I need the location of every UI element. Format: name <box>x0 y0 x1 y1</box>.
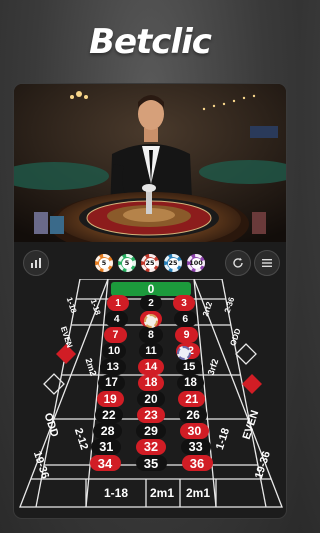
refresh-icon <box>233 257 243 268</box>
number-cell-18[interactable]: 18 <box>177 375 204 391</box>
number-cell-17[interactable]: 17 <box>98 375 125 391</box>
number-cell-35[interactable]: 35 <box>135 455 167 471</box>
chip-5-green[interactable]: 5 <box>118 254 136 272</box>
chip-5-orange[interactable]: 5 <box>95 254 113 272</box>
number-cell-4[interactable]: 4 <box>105 311 129 327</box>
placed-chip-purple <box>177 346 191 360</box>
placed-chip-gold <box>144 314 158 328</box>
number-cell-23[interactable]: 23 <box>136 407 166 423</box>
number-cell-7[interactable]: 7 <box>103 327 128 343</box>
number-cell-32[interactable]: 32 <box>135 439 167 455</box>
number-cell-30[interactable]: 30 <box>179 423 209 439</box>
number-cell-20[interactable]: 20 <box>137 391 165 407</box>
bet-toolbar: 5 5 25 25 100 <box>14 247 286 279</box>
number-cell-10[interactable]: 10 <box>101 343 127 359</box>
live-dealer-video <box>14 84 286 242</box>
hamburger-icon <box>262 259 272 267</box>
number-cell-31[interactable]: 31 <box>91 439 122 455</box>
number-cell-36[interactable]: 36 <box>181 455 213 471</box>
brand-logo: Betclic <box>89 22 212 62</box>
statistics-button[interactable] <box>23 250 49 276</box>
number-cell-2[interactable]: 2 <box>140 295 162 311</box>
number-cell-8[interactable]: 8 <box>139 327 163 343</box>
number-cell-26[interactable]: 26 <box>178 407 208 423</box>
number-cell-18[interactable]: 18 <box>137 375 165 391</box>
chip-25-blue[interactable]: 25 <box>164 254 182 272</box>
bar-chart-icon <box>31 258 41 268</box>
chip-100-purple[interactable]: 100 <box>187 254 205 272</box>
number-cell-22[interactable]: 22 <box>94 407 124 423</box>
number-cell-29[interactable]: 29 <box>136 423 166 439</box>
number-cell-15[interactable]: 15 <box>176 359 202 375</box>
number-cell-9[interactable]: 9 <box>174 327 199 343</box>
number-cell-19[interactable]: 19 <box>96 391 124 407</box>
number-cell-13[interactable]: 13 <box>100 359 126 375</box>
number-cell-21[interactable]: 21 <box>178 391 206 407</box>
roulette-betting-table: 0 12345678910111213141517181819202122232… <box>14 279 286 518</box>
game-panel: 5 5 25 25 100 0 1 2 3 4 6 7 8 9 10 11 13… <box>13 83 287 519</box>
number-cell-3[interactable]: 3 <box>173 295 195 311</box>
number-cell-6[interactable]: 6 <box>173 311 197 327</box>
zero-cell[interactable]: 0 <box>111 282 191 296</box>
number-cell-33[interactable]: 33 <box>180 439 211 455</box>
menu-button[interactable] <box>254 250 280 276</box>
chip-25-red[interactable]: 25 <box>141 254 159 272</box>
number-cell-11[interactable]: 11 <box>138 343 164 359</box>
bottom-bet-2m1-b[interactable]: 2m1 <box>180 481 216 505</box>
number-cell-1[interactable]: 1 <box>107 295 129 311</box>
number-cell-14[interactable]: 14 <box>138 359 164 375</box>
number-cell-28[interactable]: 28 <box>93 423 123 439</box>
number-cell-34[interactable]: 34 <box>89 455 121 471</box>
repeat-bet-button[interactable] <box>225 250 251 276</box>
